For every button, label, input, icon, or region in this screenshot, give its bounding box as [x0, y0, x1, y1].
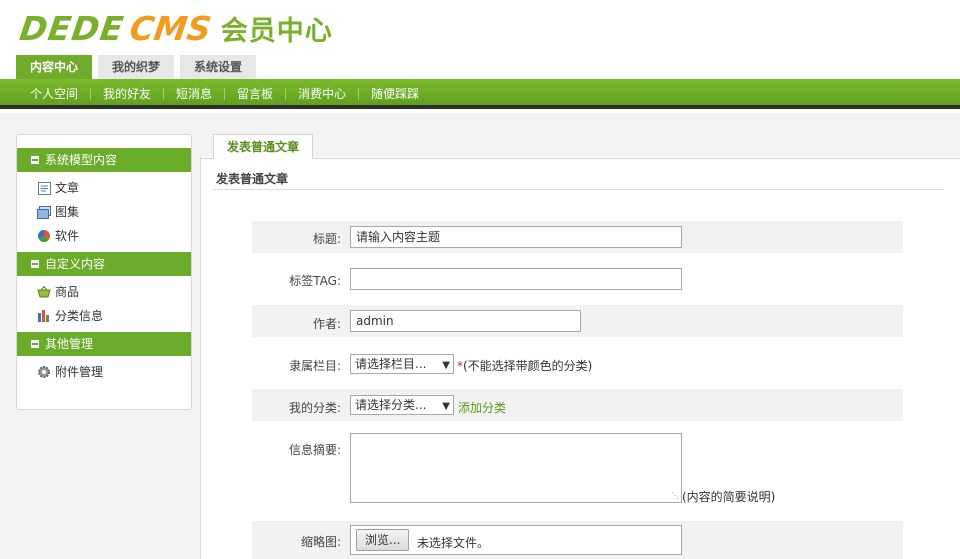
column-select[interactable]: 请选择栏目... ▼ [350, 354, 454, 374]
tab-underline [200, 158, 960, 159]
top-tabs: 内容中心 我的织梦 系统设置 [16, 55, 262, 80]
tab-system-settings[interactable]: 系统设置 [180, 55, 257, 80]
sidebar-item-label: 分类信息 [55, 309, 104, 323]
form-row-author: 作者: admin [252, 305, 903, 337]
sidebar-group-system-models[interactable]: 系统模型内容 [17, 148, 191, 172]
sidebar-item-label: 图集 [55, 205, 80, 219]
sidebar-item-classified-info[interactable]: 分类信息 [37, 304, 191, 328]
form-row-column: 隶属栏目: 请选择栏目... ▼ *(不能选择带颜色的分类) [252, 348, 903, 380]
sidebar-item-goods[interactable]: 商品 [37, 280, 191, 304]
nav-personal-space[interactable]: 个人空间 [18, 87, 90, 101]
logo-text-member-center: 会员中心 [220, 15, 333, 47]
tag-input[interactable] [350, 268, 682, 290]
thumbnail-label: 缩略图: [300, 535, 341, 549]
sidebar-group-title: 其他管理 [45, 337, 94, 351]
page-title: 发表普通文章 [216, 172, 289, 186]
category-select[interactable]: 请选择分类... ▼ [350, 395, 454, 415]
sidebar-group-custom-content[interactable]: 自定义内容 [17, 252, 191, 276]
summary-textarea[interactable]: ⋱ [350, 433, 682, 503]
column-select-value: 请选择栏目... [355, 357, 427, 371]
sidebar-item-label: 软件 [55, 229, 80, 243]
form-row-category: 我的分类: 请选择分类... ▼ 添加分类 [252, 389, 903, 421]
header: DEDE CMS 会员中心 内容中心 我的织梦 系统设置 个人空间 我的好友 短… [0, 0, 960, 110]
sidebar-item-software[interactable]: 软件 [37, 224, 191, 248]
author-input[interactable]: admin [350, 310, 581, 332]
file-status: 未选择文件。 [417, 536, 490, 550]
title-input[interactable]: 请输入内容主题 [350, 226, 682, 248]
form-row-tag: 标签TAG: [252, 263, 903, 295]
tab-content-center[interactable]: 内容中心 [16, 55, 93, 80]
sidebar-group-title: 自定义内容 [45, 257, 106, 271]
column-note: *(不能选择带颜色的分类) [457, 357, 592, 374]
sidebar-group-other-management[interactable]: 其他管理 [17, 332, 191, 356]
nav-consumption-center[interactable]: 消费中心 [286, 87, 358, 101]
sidebar-item-attachments[interactable]: 附件管理 [37, 360, 191, 384]
collapse-icon [31, 339, 39, 348]
form-row-thumbnail: 缩略图: 浏览... 未选择文件。 [252, 521, 903, 559]
thumbnail-file-input[interactable]: 浏览... 未选择文件。 [350, 525, 682, 555]
nav-my-friends[interactable]: 我的好友 [91, 87, 163, 101]
dedecms-logo[interactable]: DEDE CMS 会员中心 [17, 8, 333, 48]
sidebar: 系统模型内容 文章 图集 软件 自定义内容 商品 分类信息 其他管理 附件管理 [16, 134, 192, 410]
sidebar-item-label: 文章 [55, 181, 80, 195]
category-select-value: 请选择分类... [355, 398, 427, 412]
sidebar-item-gallery[interactable]: 图集 [37, 200, 191, 224]
sidebar-group-title: 系统模型内容 [45, 153, 118, 167]
tag-label: 标签TAG: [289, 274, 341, 288]
nav-messages[interactable]: 短消息 [164, 87, 224, 101]
resize-grip-icon[interactable]: ⋱ [671, 492, 679, 500]
form-row-title: 标题: 请输入内容主题 [252, 221, 903, 253]
sidebar-item-article[interactable]: 文章 [37, 176, 191, 200]
summary-note: (内容的简要说明) [682, 490, 776, 504]
section-divider [213, 189, 944, 190]
software-icon [37, 229, 51, 243]
logo-text-dede: DEDE [17, 8, 127, 48]
title-label: 标题: [312, 232, 341, 246]
author-label: 作者: [312, 317, 341, 331]
logo-text-cms: CMS [127, 8, 214, 48]
column-label: 隶属栏目: [288, 359, 341, 373]
chart-icon [37, 309, 51, 323]
column-note-text: (不能选择带颜色的分类) [463, 359, 593, 373]
tab-post-article[interactable]: 发表普通文章 [213, 134, 313, 159]
article-icon [37, 181, 51, 195]
sidebar-item-label: 商品 [55, 285, 80, 299]
collapse-icon [31, 259, 39, 268]
nav-guestbook[interactable]: 留言板 [225, 87, 285, 101]
chevron-down-icon: ▼ [442, 360, 450, 371]
category-label: 我的分类: [288, 401, 341, 415]
sidebar-item-label: 附件管理 [55, 365, 104, 379]
tab-my-dream[interactable]: 我的织梦 [98, 55, 175, 80]
browse-button[interactable]: 浏览... [356, 529, 410, 551]
sub-nav-bar: 个人空间 我的好友 短消息 留言板 消费中心 随便踩踩 [0, 79, 960, 109]
chevron-down-icon: ▼ [442, 401, 450, 412]
add-category-link[interactable]: 添加分类 [458, 399, 506, 416]
collapse-icon [31, 155, 39, 164]
form-row-summary: 信息摘要: ⋱ (内容的简要说明) [252, 430, 903, 510]
summary-label: 信息摘要: [288, 443, 341, 457]
basket-icon [37, 285, 51, 299]
gear-icon [37, 365, 51, 379]
gallery-icon [37, 205, 51, 219]
nav-random-visit[interactable]: 随便踩踩 [359, 87, 431, 101]
